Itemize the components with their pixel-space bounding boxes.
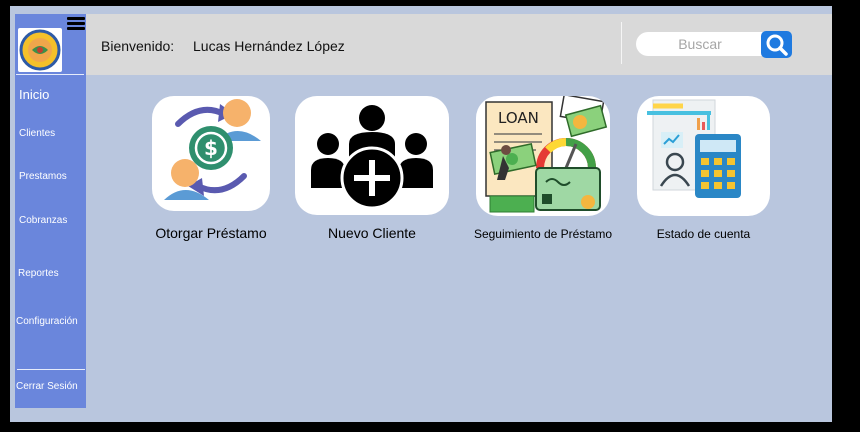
card-label-otorgar-prestamo[interactable]: Otorgar Préstamo <box>140 225 282 241</box>
card-label-estado-cuenta[interactable]: Estado de cuenta <box>630 227 777 241</box>
sidebar: Inicio Clientes Prestamos Cobranzas Repo… <box>15 14 86 408</box>
search-icon <box>766 34 788 56</box>
hamburger-menu-icon[interactable] <box>67 17 85 31</box>
search-button[interactable] <box>761 31 792 58</box>
sidebar-item-prestamos[interactable]: Prestamos <box>19 171 67 182</box>
user-name: Lucas Hernández López <box>193 38 345 54</box>
sidebar-item-clientes[interactable]: Clientes <box>19 128 55 139</box>
account-statement-icon <box>647 99 741 198</box>
sidebar-divider <box>16 74 84 75</box>
sidebar-item-reportes[interactable]: Reportes <box>18 268 59 279</box>
add-client-icon <box>311 105 433 210</box>
svg-text:$: $ <box>204 136 218 160</box>
header-divider <box>621 22 622 64</box>
card-nuevo-cliente[interactable] <box>295 96 449 215</box>
header-bar: Bienvenido: Lucas Hernández López <box>86 14 832 75</box>
card-estado-cuenta[interactable] <box>637 96 770 216</box>
card-label-nuevo-cliente[interactable]: Nuevo Cliente <box>297 225 447 241</box>
sidebar-item-configuracion[interactable]: Configuración <box>16 316 78 327</box>
sidebar-item-cobranzas[interactable]: Cobranzas <box>19 215 67 226</box>
sidebar-divider <box>17 369 85 370</box>
sidebar-item-inicio[interactable]: Inicio <box>19 87 49 102</box>
card-label-seguimiento-prestamo[interactable]: Seguimiento de Préstamo <box>466 227 620 241</box>
welcome-label: Bienvenido: <box>101 38 175 54</box>
loan-document-text: LOAN <box>498 109 539 127</box>
loan-tracking-icon: LOAN <box>485 96 608 213</box>
logout-button[interactable]: Cerrar Sesión <box>16 381 78 392</box>
loan-exchange-icon: $ <box>164 99 261 200</box>
card-seguimiento-prestamo[interactable]: LOAN <box>476 96 610 216</box>
card-otorgar-prestamo[interactable]: $ <box>152 96 270 211</box>
company-logo <box>18 28 62 72</box>
